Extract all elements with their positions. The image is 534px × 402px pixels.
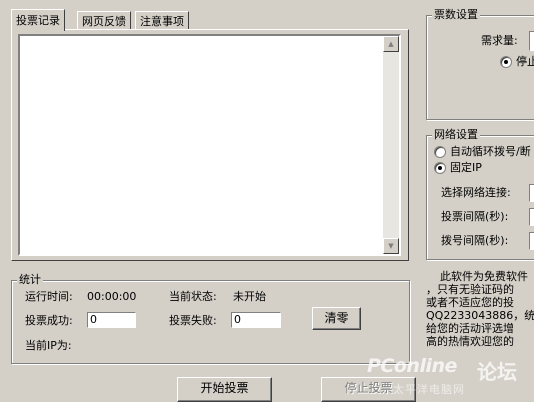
info-line: QQ2233043886，统 <box>426 309 534 322</box>
stop-radio[interactable] <box>500 56 512 68</box>
clear-button[interactable]: 清零 <box>312 307 361 330</box>
tab-web-feedback[interactable]: 网页反馈 <box>77 11 131 30</box>
tab-notes[interactable]: 注意事项 <box>135 11 189 30</box>
vote-interval-input[interactable] <box>529 208 534 226</box>
run-time-value: 00:00:00 <box>87 290 137 303</box>
info-text: 此软件为免费软件 ，只有无验证码的 或者不适应您的投 QQ2233043886，… <box>426 270 534 348</box>
success-count-field[interactable]: 0 <box>87 312 136 328</box>
select-network-label: 选择网络连接: <box>441 186 511 199</box>
auto-dial-radio[interactable] <box>434 146 446 158</box>
dial-interval-input[interactable] <box>529 232 534 250</box>
stop-label: 停止 <box>516 55 534 68</box>
watermark-forum: 论坛 <box>477 360 517 384</box>
fixed-ip-label: 固定IP <box>450 161 482 174</box>
vote-settings-title: 票数设置 <box>432 8 480 22</box>
fixed-ip-radio[interactable] <box>434 162 446 174</box>
info-line: 或者不适应您的投 <box>426 296 514 309</box>
tab-panel: ▲ ▼ <box>11 29 409 261</box>
fail-count-field[interactable]: 0 <box>231 312 281 328</box>
state-value: 未开始 <box>233 290 266 303</box>
network-settings-title: 网络设置 <box>432 128 480 142</box>
scroll-down-icon[interactable]: ▼ <box>383 238 399 254</box>
required-input[interactable] <box>529 31 534 51</box>
start-vote-button[interactable]: 开始投票 <box>177 377 272 402</box>
log-scrollbar[interactable]: ▲ ▼ <box>383 36 399 254</box>
watermark-sub: 太平洋电脑网 <box>393 383 465 396</box>
watermark-brand: PConline <box>367 355 457 377</box>
vote-interval-label: 投票间隔(秒): <box>441 210 509 223</box>
info-line: 给您的活动评选增 <box>426 322 514 335</box>
auto-dial-label: 自动循环拨号/断 <box>450 145 531 158</box>
vote-log-textarea[interactable]: ▲ ▼ <box>18 34 401 256</box>
run-time-label: 运行时间: <box>25 290 73 303</box>
current-ip-label: 当前IP为: <box>25 339 72 352</box>
fail-label: 投票失败: <box>169 314 217 327</box>
info-line: 高的热情欢迎您的 <box>426 335 514 348</box>
network-select[interactable] <box>529 184 534 202</box>
scroll-up-icon[interactable]: ▲ <box>383 36 399 52</box>
success-label: 投票成功: <box>25 314 73 327</box>
info-line: ，只有无验证码的 <box>426 283 514 296</box>
state-label: 当前状态: <box>169 290 217 303</box>
required-label: 需求量: <box>481 34 518 47</box>
tab-vote-records[interactable]: 投票记录 <box>11 9 65 31</box>
stats-title: 统计 <box>17 273 43 287</box>
info-line: 此软件为免费软件 <box>440 270 528 283</box>
dial-interval-label: 拨号间隔(秒): <box>441 234 509 247</box>
